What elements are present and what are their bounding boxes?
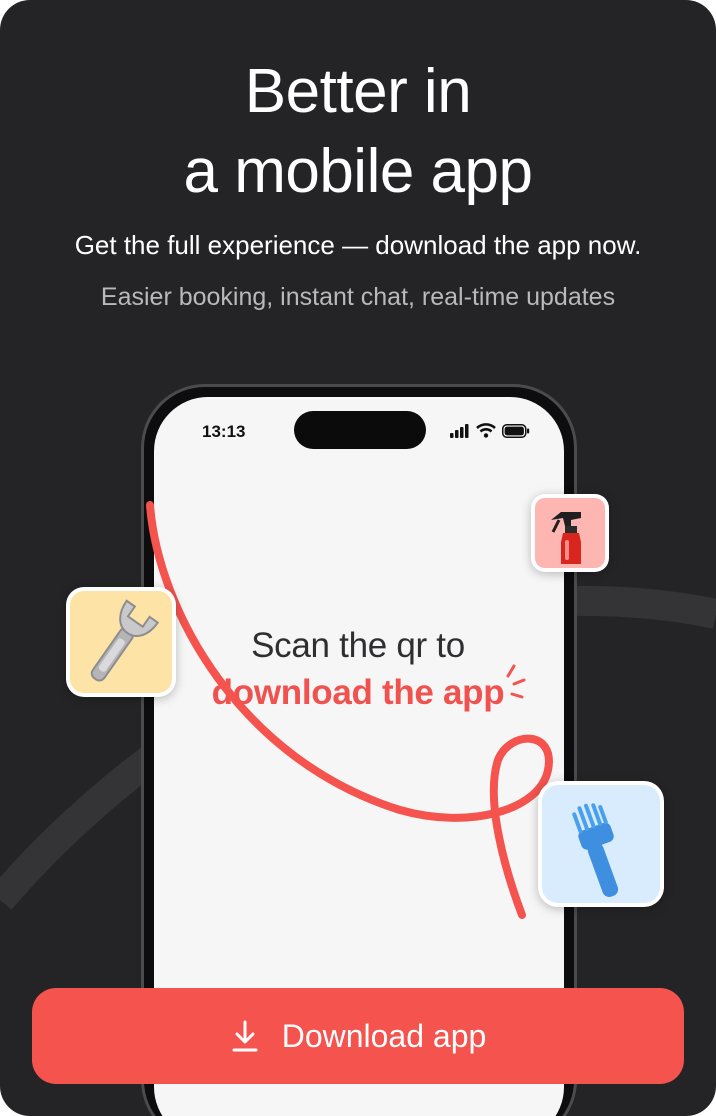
signal-icon: [450, 423, 469, 438]
dynamic-island: [294, 411, 426, 449]
battery-icon: [502, 423, 530, 438]
features-text: Easier booking, instant chat, real-time …: [100, 283, 616, 311]
download-icon: [232, 1020, 258, 1052]
headline-line-2: a mobile app: [183, 137, 533, 206]
status-icons: [450, 423, 530, 438]
status-time: 13:13: [202, 422, 246, 441]
download-app-label: Download app: [281, 1017, 487, 1054]
cleaning-brush-icon: [572, 803, 619, 897]
spray-tile: [531, 494, 609, 572]
wifi-icon: [476, 423, 496, 438]
wrench-icon: [90, 599, 160, 682]
download-app-button[interactable]: Download app: [32, 988, 684, 1084]
wrench-tile: [66, 587, 176, 697]
headline-line-1: Better in: [244, 57, 472, 126]
spray-bottle-icon: [551, 512, 581, 564]
subtitle: Get the full experience — download the a…: [74, 230, 642, 260]
promo-card: Better in a mobile app Get the full expe…: [0, 0, 716, 1116]
headline: Better in a mobile app: [0, 52, 716, 212]
brush-tile: [538, 781, 664, 907]
